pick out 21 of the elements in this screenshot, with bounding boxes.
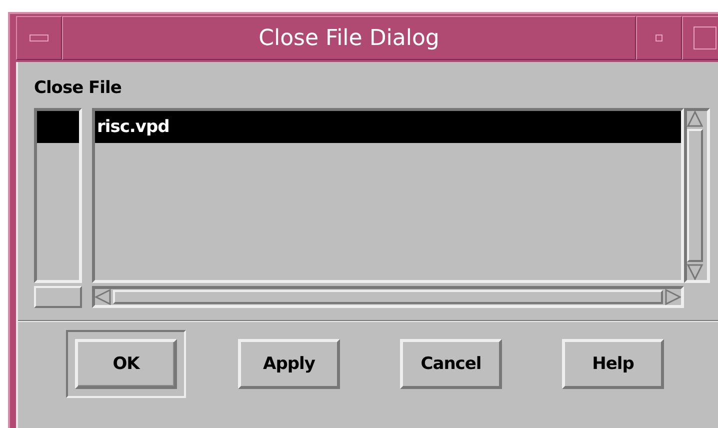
left-arrow-icon[interactable]: [95, 289, 111, 305]
file-item[interactable]: risc.vpd: [95, 111, 681, 143]
window-menu-button[interactable]: [16, 16, 62, 60]
dialog-button[interactable]: OK: [75, 339, 177, 389]
down-arrow-icon[interactable]: [687, 264, 703, 280]
right-arrow-icon[interactable]: [665, 289, 681, 305]
up-arrow-icon[interactable]: [687, 111, 703, 127]
scroll-thumb[interactable]: [113, 290, 663, 304]
vertical-scrollbar[interactable]: [684, 108, 710, 283]
horizontal-scrollbar[interactable]: [92, 286, 684, 308]
maximize-button[interactable]: [682, 16, 718, 60]
dialog-button[interactable]: Apply: [238, 339, 340, 389]
dialog-button[interactable]: Help: [562, 339, 664, 389]
minimize-icon: [655, 34, 663, 42]
minus-icon: [29, 34, 49, 42]
window-title: Close File Dialog: [62, 16, 636, 60]
dialog-button[interactable]: Cancel: [400, 339, 502, 389]
side-box: [34, 286, 82, 308]
scroll-thumb[interactable]: [687, 129, 703, 262]
list-label: Close File: [34, 78, 122, 98]
minimize-button[interactable]: [636, 16, 682, 60]
